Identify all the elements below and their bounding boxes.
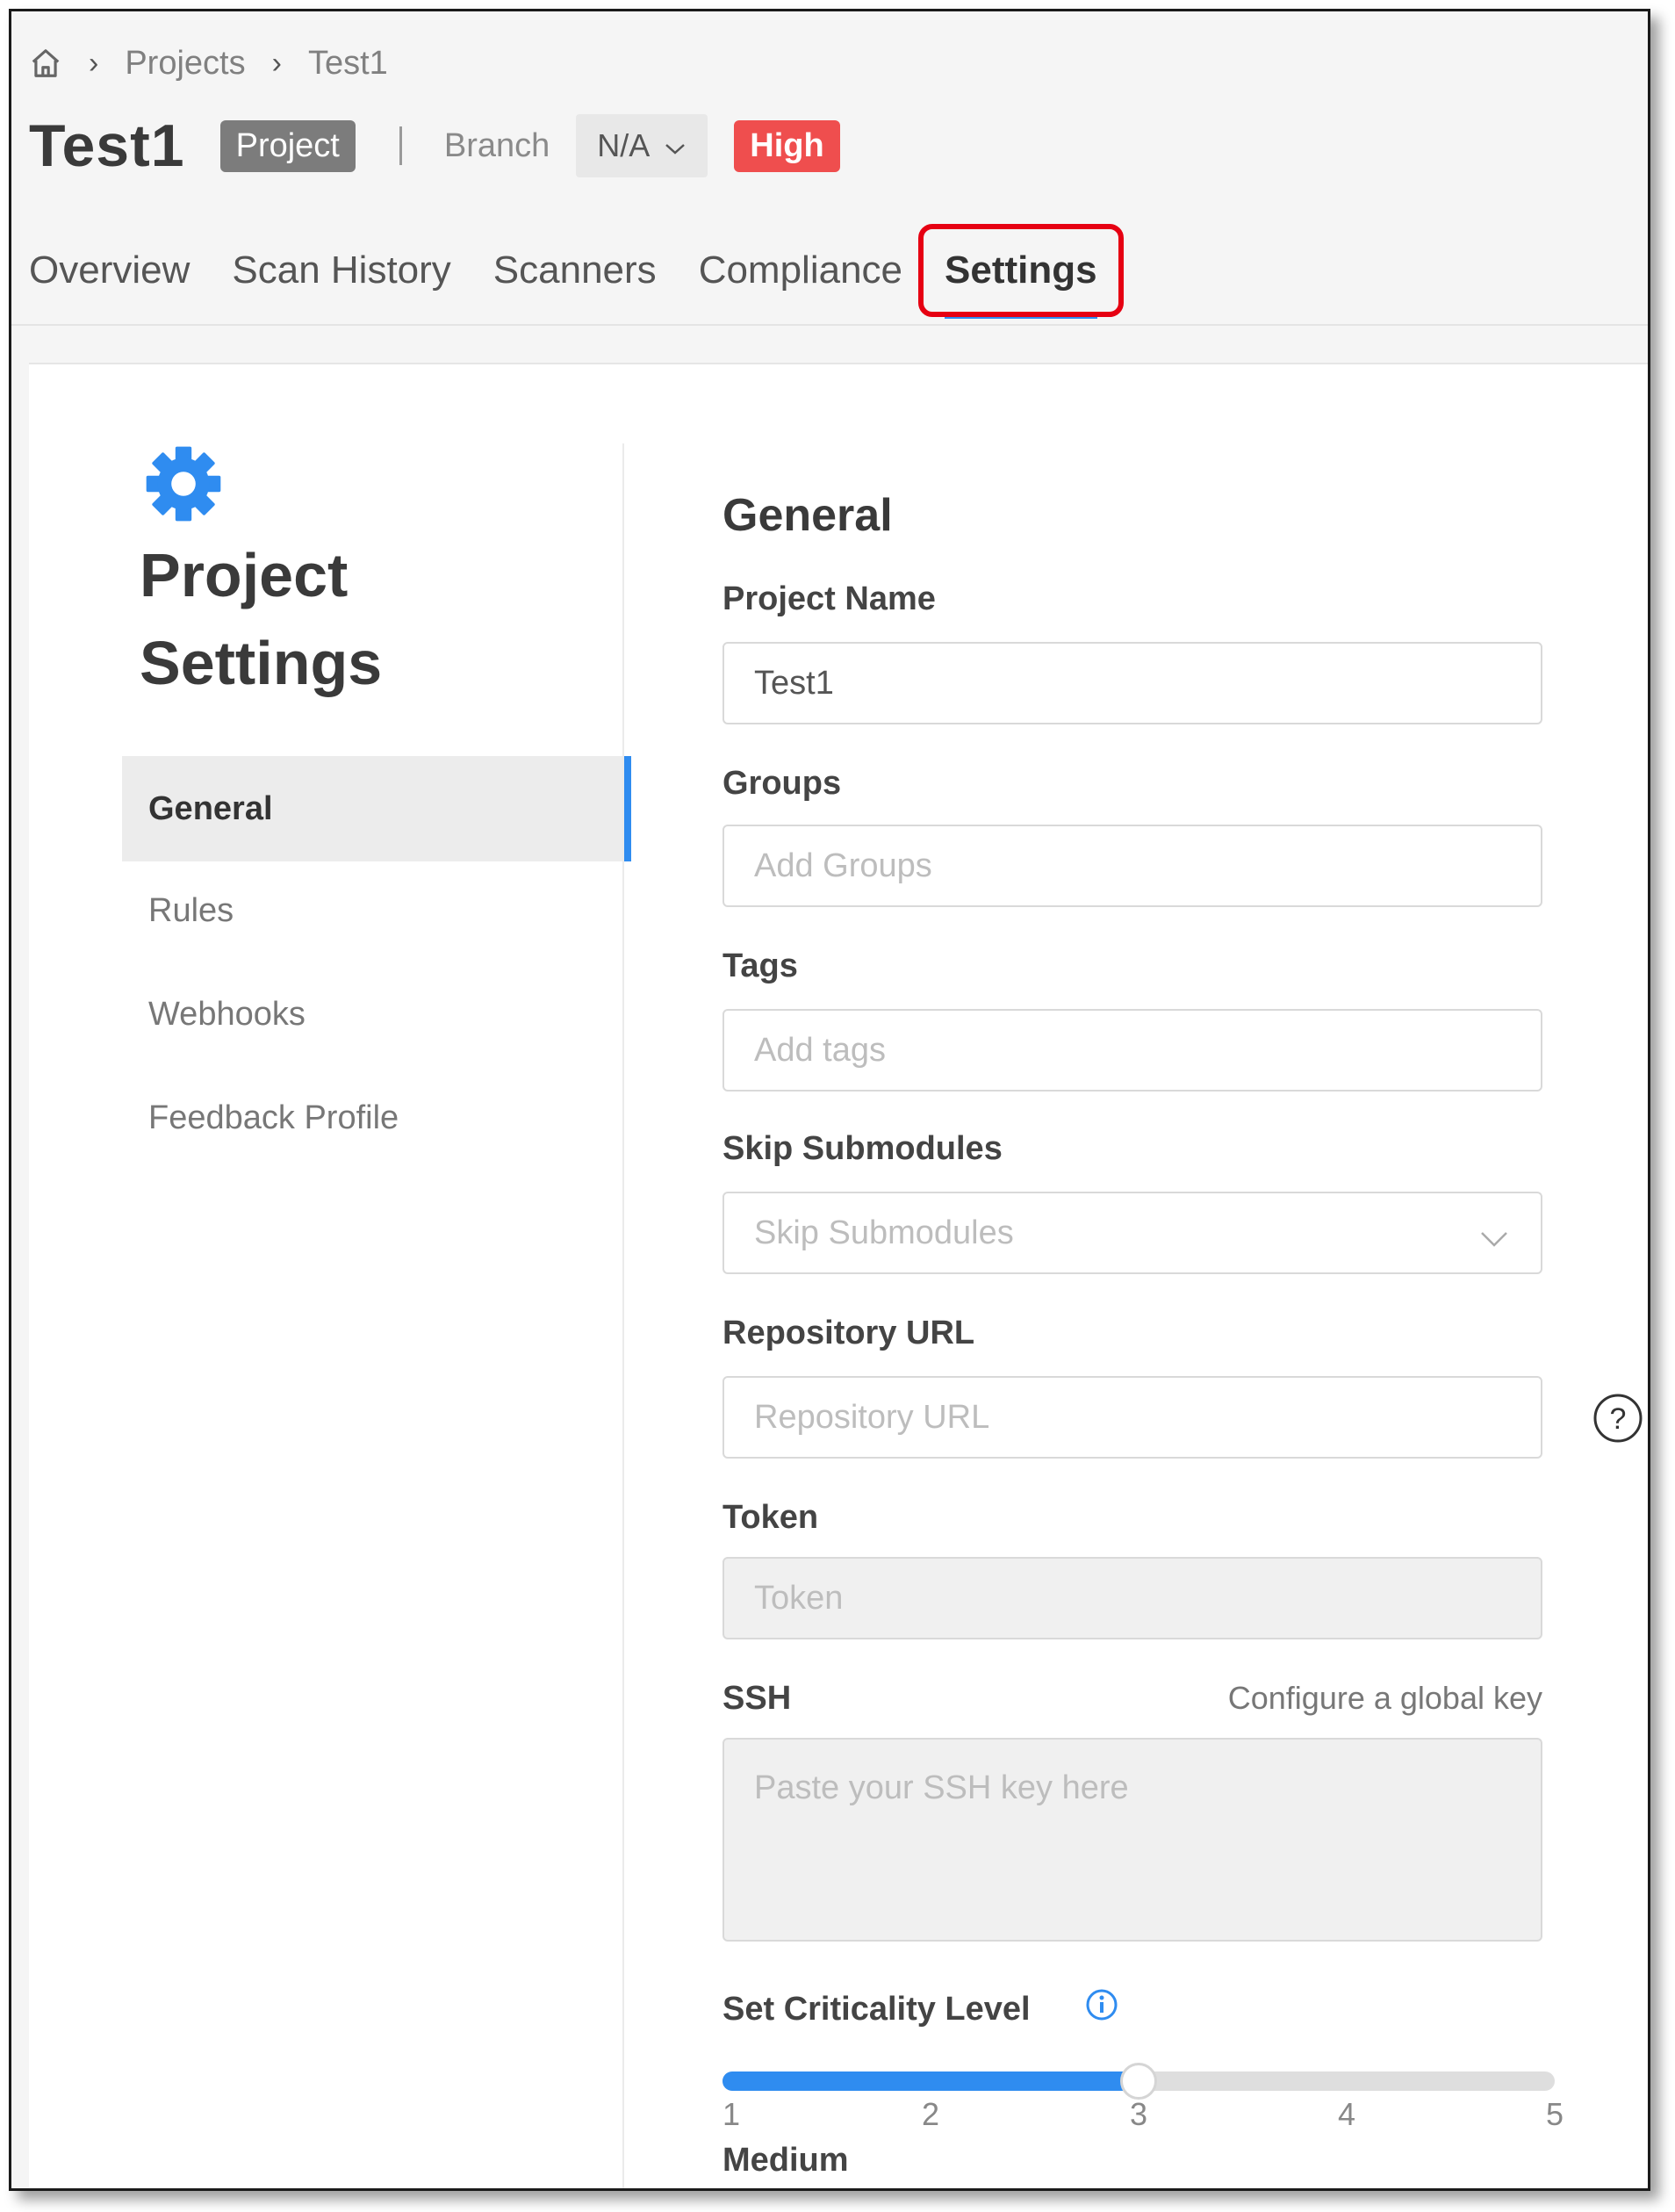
tab-scanners[interactable]: Scanners [493,231,657,310]
tab-settings[interactable]: Settings [918,224,1124,319]
ssh-label: SSH [722,1680,792,1717]
criticality-slider[interactable] [722,2063,1555,2100]
project-name-label: Project Name [722,580,936,617]
chevron-right-icon: › [271,46,282,80]
tags-input[interactable]: Add tags [722,1009,1542,1092]
repository-url-label: Repository URL [722,1315,975,1351]
ssh-key-textarea[interactable]: Paste your SSH key here [722,1738,1542,1942]
slider-tick-label: 4 [1337,2096,1356,2132]
configure-global-key-link[interactable]: Configure a global key [1228,1680,1542,1717]
home-icon[interactable] [29,47,62,80]
tab-label: Overview [29,249,191,292]
skip-submodules-label: Skip Submodules [722,1130,1003,1167]
page-title: Test1 [29,112,185,179]
settings-card: Project Settings General Rules Webhooks … [29,363,1648,2188]
slider-tick-label: 2 [921,2096,940,2132]
groups-input[interactable]: Add Groups [722,825,1542,907]
sidebar-item-label: Rules [148,891,234,929]
slider-tick-label: 1 [722,2096,741,2132]
app-window: › Projects › Test1 Test1 Project Branch … [9,9,1650,2191]
breadcrumb-current[interactable]: Test1 [308,45,388,83]
slider-handle[interactable] [1120,2063,1157,2100]
sidebar-item-webhooks[interactable]: Webhooks [122,962,631,1067]
active-tab-indicator [945,313,1097,319]
settings-title: Project Settings [140,531,382,707]
tab-compliance[interactable]: Compliance [699,231,902,310]
token-input[interactable]: Token [722,1557,1542,1639]
tab-label: Scanners [492,249,657,292]
settings-title-line1: Project [140,541,349,609]
breadcrumb: › Projects › Test1 [29,41,388,85]
chevron-down-icon [1479,1220,1509,1257]
tab-bar: Overview Scan History Scanners Complianc… [29,224,1139,319]
ssh-key-placeholder: Paste your SSH key here [754,1769,1129,1806]
sidebar-item-general[interactable]: General [122,756,631,861]
severity-badge: High [734,119,840,172]
chevron-down-icon [664,127,687,164]
sidebar-divider [622,443,624,2188]
tab-bar-border [11,324,1648,326]
sidebar-item-feedback-profile[interactable]: Feedback Profile [122,1065,631,1171]
tags-placeholder: Add tags [754,1031,886,1069]
gear-icon [143,443,224,529]
section-title: General [722,490,893,541]
tab-scan-history[interactable]: Scan History [232,231,450,310]
project-header: Test1 Project Branch N/A High [29,106,840,185]
tab-label: Compliance [698,249,903,292]
branch-value: N/A [597,127,651,163]
slider-fill [722,2071,1139,2091]
branch-label: Branch [443,126,550,164]
repository-url-input[interactable]: Repository URL [722,1376,1542,1459]
sidebar-item-rules[interactable]: Rules [122,858,631,963]
slider-tick-label: 3 [1129,2096,1148,2132]
settings-title-line2: Settings [140,629,383,697]
sidebar-item-label: Feedback Profile [148,1099,399,1136]
branch-select[interactable]: N/A [576,114,708,177]
skip-submodules-select[interactable]: Skip Submodules [722,1192,1542,1274]
skip-submodules-placeholder: Skip Submodules [754,1214,1014,1251]
groups-label: Groups [722,765,842,802]
breadcrumb-projects[interactable]: Projects [125,45,245,83]
project-type-badge: Project [219,119,356,172]
criticality-level-value: Medium [722,2142,849,2179]
token-placeholder: Token [754,1579,844,1617]
repository-url-placeholder: Repository URL [754,1398,990,1436]
tab-label: Scan History [232,249,451,292]
criticality-label: Set Criticality Level [722,1991,1031,2028]
groups-placeholder: Add Groups [754,847,932,884]
sidebar-item-label: Webhooks [148,995,306,1033]
token-label: Token [722,1499,819,1536]
chevron-right-icon: › [89,46,99,80]
sidebar-item-label: General [148,789,273,827]
tags-label: Tags [722,947,798,984]
tab-label: Settings [945,249,1097,292]
project-name-input[interactable]: Test1 [722,642,1542,724]
tab-overview[interactable]: Overview [29,231,190,310]
info-icon[interactable] [1084,1987,1119,2027]
project-name-value: Test1 [754,664,834,702]
slider-tick-label: 5 [1545,2096,1564,2132]
svg-text:?: ? [1610,1402,1627,1436]
help-icon[interactable]: ? [1592,1392,1644,1449]
header-divider [399,126,402,165]
